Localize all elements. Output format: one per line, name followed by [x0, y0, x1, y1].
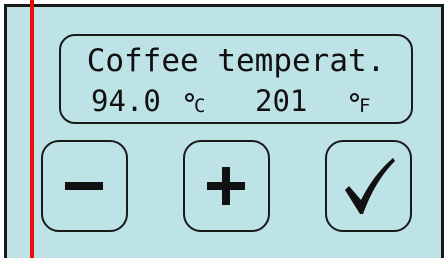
celsius-value: 94.0 — [91, 84, 161, 118]
increase-button[interactable] — [183, 140, 270, 232]
device-screen: Coffee temperat. 94.0 C 201 F — [0, 0, 448, 258]
red-marker-line — [30, 0, 34, 258]
checkmark-icon — [345, 158, 395, 214]
celsius-unit: C — [194, 95, 206, 117]
display-title: Coffee temperat. — [86, 43, 386, 79]
plus-icon — [207, 167, 245, 205]
temperature-display: Coffee temperat. 94.0 C 201 F — [59, 34, 413, 124]
confirm-button[interactable] — [325, 140, 412, 232]
fahrenheit-unit: F — [359, 95, 371, 117]
fahrenheit-degree-symbol — [350, 93, 359, 102]
control-panel: Coffee temperat. 94.0 C 201 F — [4, 4, 444, 258]
celsius-degree-symbol — [185, 93, 194, 102]
fahrenheit-value: 201 — [255, 84, 308, 118]
minus-icon — [65, 182, 103, 190]
decrease-button[interactable] — [41, 140, 128, 232]
